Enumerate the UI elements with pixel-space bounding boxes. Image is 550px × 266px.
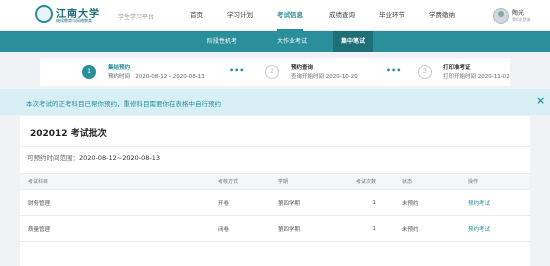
tab-assignment-exam[interactable]: 大作业考试 xyxy=(277,31,307,52)
top-header: 江南大学 继续教育与网络教育 学生学习平台 首页 学习计划 考试信息 成绩查询 … xyxy=(0,0,550,31)
header-count: 考试次数 xyxy=(342,173,402,190)
step-3-number: 3 xyxy=(418,65,432,79)
step-1-title: 集结预约 xyxy=(108,65,131,71)
step-connector-1: ••• xyxy=(229,66,245,75)
tab-stage-computer-exam[interactable]: 阶段性机考 xyxy=(207,31,237,52)
user-name[interactable]: 陶光 xyxy=(512,8,524,17)
step-1-number: 1 xyxy=(82,65,96,79)
reservation-range: 可预约时间范围：2020-08-12~2020-08-13 xyxy=(27,154,160,162)
close-icon[interactable]: × xyxy=(536,94,545,107)
table-row: 财务管理 开卷 第四学期 1 未预约 预约考试 xyxy=(20,189,530,216)
step-3-title: 打印准考证 xyxy=(443,65,471,71)
cell-subject: 财务管理 xyxy=(20,189,218,216)
exam-batch-card: 202012 考试批次 可预约时间范围：2020-08-12~2020-08-1… xyxy=(20,116,530,266)
exam-table: 考试科目 考核方式 学期 考试次数 状态 操作 财务管理 开卷 第四学期 1 未… xyxy=(20,173,530,242)
notice-banner: 本次考试的正考科目已帮你预约，重修科目需要你在表格中自行预约 × xyxy=(0,89,550,115)
batch-title: 202012 考试批次 xyxy=(30,129,107,139)
nav-home[interactable]: 首页 xyxy=(190,0,203,31)
cell-count: 1 xyxy=(342,189,402,216)
notice-text: 本次考试的正考科目已帮你预约，重修科目需要你在表格中自行预约 xyxy=(26,100,221,108)
user-login-count: 第6次登录 xyxy=(512,17,531,22)
table-row: 质量管理 闭卷 第四学期 1 未预约 预约考试 xyxy=(20,215,530,242)
cell-status: 未预约 xyxy=(402,215,468,242)
cell-count: 1 xyxy=(342,215,402,242)
exam-steps: 1 集结预约 预约时间 2020-08-12 - 2020-08-13 ••• … xyxy=(40,58,510,86)
platform-name: 学生学习平台 xyxy=(118,14,155,21)
reserve-exam-link[interactable]: 预约考试 xyxy=(468,201,490,207)
header-status: 状态 xyxy=(402,173,468,190)
cell-subject: 质量管理 xyxy=(20,215,218,242)
nav-score-query[interactable]: 成绩查询 xyxy=(329,0,355,31)
divider xyxy=(20,146,530,147)
nav-graduation[interactable]: 毕业环节 xyxy=(379,0,405,31)
cell-method: 闭卷 xyxy=(218,215,278,242)
step-2-time: 查询开始时间 2020-10-20 xyxy=(291,74,358,80)
header-subject: 考试科目 xyxy=(20,173,218,190)
nav-tuition[interactable]: 学费缴纳 xyxy=(429,0,455,31)
cell-term: 第四学期 xyxy=(278,215,342,242)
step-1-time: 预约时间 2020-08-12 - 2020-08-13 xyxy=(108,74,205,80)
avatar[interactable] xyxy=(493,8,509,24)
cell-term: 第四学期 xyxy=(278,189,342,216)
step-3-time: 打印开始时间 2020-11-02 xyxy=(443,74,510,80)
logo-subtitle: 继续教育与网络教育 xyxy=(56,18,92,23)
nav-study-plan[interactable]: 学习计划 xyxy=(227,0,253,31)
step-2-title: 预约查询 xyxy=(291,65,314,71)
step-connector-2: ••• xyxy=(386,66,402,75)
header-action: 操作 xyxy=(468,173,530,190)
table-header-row: 考试科目 考核方式 学期 考试次数 状态 操作 xyxy=(20,173,530,190)
university-logo-icon xyxy=(35,5,53,23)
cell-method: 开卷 xyxy=(218,189,278,216)
reserve-exam-link[interactable]: 预约考试 xyxy=(468,227,490,233)
main-nav: 首页 学习计划 考试信息 成绩查询 毕业环节 学费缴纳 xyxy=(175,0,455,31)
nav-exam-info[interactable]: 考试信息 xyxy=(277,0,303,31)
cell-status: 未预约 xyxy=(402,189,468,216)
exam-type-tabs: 阶段性机考 大作业考试 集中笔试 xyxy=(0,31,550,52)
tab-centralized-written-exam[interactable]: 集中笔试 xyxy=(333,31,374,52)
step-2-number: 2 xyxy=(265,65,279,79)
header-term: 学期 xyxy=(278,173,342,190)
header-method: 考核方式 xyxy=(218,173,278,190)
